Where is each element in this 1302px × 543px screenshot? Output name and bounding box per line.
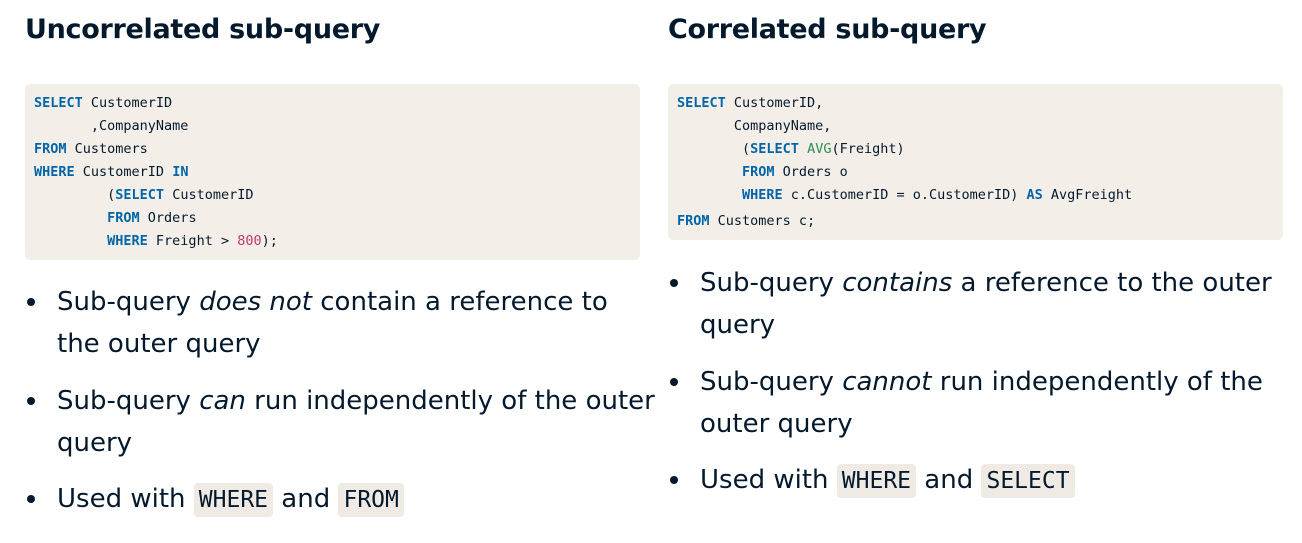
- sql-text: );: [261, 233, 278, 249]
- code-line: FROM Customers c;: [677, 212, 815, 230]
- sql-text: CustomerID: [164, 187, 254, 203]
- bullet-dot-icon: [27, 495, 35, 503]
- emphasis-text: contains: [842, 268, 953, 298]
- sql-text: CompanyName,: [677, 118, 832, 134]
- sql-text: CustomerID,: [725, 95, 824, 111]
- sql-function: AVG: [807, 141, 832, 157]
- correlated-code-block: SELECT CustomerID, CompanyName, (SELECT …: [668, 84, 1283, 240]
- bullet-text: Used with: [57, 484, 194, 514]
- emphasis-text: cannot: [842, 367, 932, 397]
- sql-text: (Freight): [831, 141, 905, 157]
- code-line: FROM Orders o: [677, 163, 848, 181]
- sql-keyword: SELECT: [115, 187, 165, 203]
- inline-code: FROM: [338, 482, 404, 517]
- emphasis-text: does not: [199, 287, 312, 317]
- sql-text: Customers c;: [709, 213, 816, 229]
- sql-text: CustomerID: [82, 95, 173, 111]
- sql-text: (: [677, 141, 751, 157]
- code-line: CompanyName,: [677, 117, 832, 135]
- code-line: ,CompanyName: [34, 117, 189, 135]
- code-line: WHERE Freight > 800);: [34, 232, 278, 250]
- code-line: SELECT CustomerID,: [677, 94, 823, 112]
- sql-keyword: SELECT: [750, 141, 799, 157]
- code-line: (SELECT CustomerID: [34, 186, 253, 204]
- sql-keyword: FROM: [34, 141, 67, 157]
- correlated-heading: Correlated sub-query: [668, 14, 987, 45]
- sql-text: Orders: [139, 210, 197, 226]
- sql-keyword: AS: [1026, 187, 1043, 203]
- bullet-dot-icon: [670, 279, 678, 287]
- sql-number: 800: [237, 233, 262, 249]
- code-line: (SELECT AVG(Freight): [677, 140, 905, 158]
- bullet-item: Used with WHERE and FROM: [25, 478, 657, 520]
- bullet-dot-icon: [27, 298, 35, 306]
- inline-code: WHERE: [193, 482, 274, 517]
- code-line: WHERE c.CustomerID = o.CustomerID) AS Av…: [677, 186, 1132, 204]
- sql-keyword: FROM: [107, 210, 140, 226]
- sql-keyword: WHERE: [742, 187, 783, 203]
- bullet-item: Sub-query can run independently of the o…: [25, 380, 657, 464]
- bullet-text: and: [273, 484, 339, 514]
- code-line: FROM Orders: [34, 209, 197, 227]
- bullet-item: Sub-query does not contain a reference t…: [25, 281, 657, 365]
- sql-text: AvgFreight: [1042, 187, 1133, 203]
- bullet-text: and: [916, 465, 982, 495]
- bullet-dot-icon: [670, 476, 678, 484]
- bullet-text: Sub-query: [700, 268, 843, 298]
- bullet-dot-icon: [670, 378, 678, 386]
- inline-code: SELECT: [981, 463, 1075, 498]
- sql-text: ,CompanyName: [34, 118, 189, 134]
- code-line: FROM Customers: [34, 140, 148, 158]
- bullet-text: Sub-query: [57, 386, 200, 416]
- bullet-item: Sub-query contains a reference to the ou…: [668, 262, 1300, 346]
- sql-text: Orders o: [774, 164, 848, 180]
- sql-keyword: FROM: [742, 164, 775, 180]
- sql-keyword: IN: [172, 164, 189, 180]
- bullet-item: Sub-query cannot run independently of th…: [668, 361, 1300, 445]
- sql-keyword: FROM: [677, 213, 710, 229]
- sql-text: c.CustomerID = o.CustomerID): [782, 187, 1027, 203]
- code-line: SELECT CustomerID: [34, 94, 172, 112]
- sql-text: (: [34, 187, 116, 203]
- uncorrelated-code-block: SELECT CustomerID ,CompanyName FROM Custo…: [25, 84, 640, 260]
- sql-keyword: WHERE: [34, 164, 75, 180]
- sql-text: CustomerID: [74, 164, 173, 180]
- uncorrelated-heading: Uncorrelated sub-query: [25, 14, 381, 45]
- sql-keyword: WHERE: [107, 233, 148, 249]
- bullet-item: Used with WHERE and SELECT: [668, 459, 1300, 501]
- bullet-text: Sub-query: [700, 367, 843, 397]
- bullet-text: Sub-query: [57, 287, 200, 317]
- inline-code: WHERE: [836, 463, 917, 498]
- sql-text: Customers: [66, 141, 148, 157]
- code-line: WHERE CustomerID IN: [34, 163, 188, 181]
- bullet-dot-icon: [27, 397, 35, 405]
- sql-keyword: SELECT: [34, 95, 83, 111]
- sql-keyword: SELECT: [677, 95, 726, 111]
- bullet-text: Used with: [700, 465, 837, 495]
- emphasis-text: can: [199, 386, 246, 416]
- sql-text: Freight >: [147, 233, 238, 249]
